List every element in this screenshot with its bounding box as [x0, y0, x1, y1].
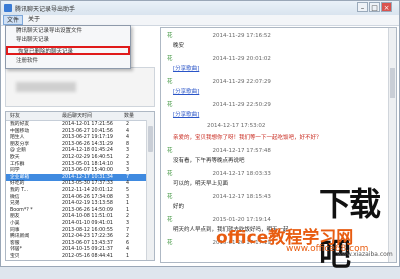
maximize-button[interactable]: □ [369, 2, 380, 12]
col-friend[interactable]: 好友 [10, 112, 20, 120]
app-window: 腾讯聊天记录导出助手 – □ × 文件 关于 好友 最后聊天时间 数量 我的好友… [0, 0, 400, 273]
contact-info-box [5, 67, 155, 107]
close-button[interactable]: × [381, 2, 392, 12]
message-header: 花 2014-12-17 17:57:48 [167, 146, 271, 154]
site-logo: 下载吧 [319, 185, 381, 273]
message-time: 2014-11-29 22:50:29 [212, 102, 271, 108]
app-icon [4, 4, 12, 12]
table-header: 好友 最后聊天时间 数量 [6, 112, 154, 121]
logo-url: www.xiazaiba.com [337, 251, 393, 258]
message-header: 花 2015-01-20 17:19:14 [167, 215, 271, 223]
message-text[interactable]: [分享歌曲] [173, 110, 199, 118]
menu-item-export-settings[interactable]: 腾讯聊天记录导出设置文件 [6, 27, 130, 36]
message-header: 花 2014-11-29 20:01:02 [167, 54, 271, 62]
message-header: 花 2014-11-29 22:07:29 [167, 77, 271, 85]
message-sender: 花 [167, 194, 173, 200]
menu-item-recover-deleted[interactable]: 恢复已删除的聊天记录 [6, 46, 130, 55]
message-time: 2014-12-17 18:03:33 [212, 171, 271, 177]
message-sender: 花 [167, 102, 173, 108]
message-text: 可以的，明天早上见面 [173, 181, 229, 187]
message-time: 2014-12-17 17:57:48 [212, 148, 271, 154]
message-sender: 花 [167, 148, 173, 154]
message-sender: 花 [167, 171, 173, 177]
message-text[interactable]: [分享歌曲] [173, 64, 199, 72]
message-time: 2014-11-29 17:16:52 [212, 33, 271, 39]
message-text: 没有看，下午再等晚点再说吧 [173, 158, 245, 164]
message-text: 亲爱的，宝贝我想你了呀！我们等一下一起吃饭吧，好不好？ [173, 135, 322, 141]
contacts-scrollbar[interactable] [146, 120, 154, 260]
menu-about[interactable]: 关于 [25, 15, 43, 25]
cell-name: 宝贝 [10, 254, 20, 259]
table-row[interactable]: 宝贝 2012-05-16 08:44:41 1 [6, 253, 146, 260]
message-sender: 花 [167, 56, 173, 62]
menu-file[interactable]: 文件 [3, 15, 24, 25]
message-sender: 花 [167, 33, 173, 39]
message-header: 花 2014-12-17 18:15:43 [167, 192, 271, 200]
window-title: 腾讯聊天记录导出助手 [15, 6, 76, 13]
menu-item-export-chat[interactable]: 导出聊天记录 [6, 36, 130, 45]
message-text: 晚安 [173, 43, 185, 49]
message-text: 好的 [173, 204, 185, 210]
minimize-button[interactable]: – [357, 2, 368, 12]
message-header: 花 2014-11-29 22:50:29 [167, 100, 271, 108]
message-sender: 花 [167, 79, 173, 85]
message-sender: 花 [167, 217, 173, 223]
message-time: 2014-11-29 20:01:02 [212, 56, 271, 62]
menu-item-register[interactable]: 注册软件 [6, 57, 130, 66]
message-time: 2014-12-17 18:15:43 [212, 194, 271, 200]
file-menu-dropdown: 腾讯聊天记录导出设置文件 导出聊天记录 恢复已删除的聊天记录 注册软件 [5, 25, 131, 69]
col-last-time[interactable]: 最后聊天时间 [62, 112, 92, 120]
contacts-table: 好友 最后聊天时间 数量 我的好友 2014-12-01 17:21:56 2 中国移… [5, 111, 155, 261]
cell-count: 1 [126, 254, 130, 259]
message-header: 花 2014-11-29 17:16:52 [167, 31, 271, 39]
message-time: 2014-11-29 22:07:29 [212, 79, 271, 85]
message-time: 2014-12-17 17:53:02 [207, 123, 266, 129]
message-header: 花 2014-12-17 18:03:33 [167, 169, 271, 177]
cell-time: 2012-05-16 08:44:41 [62, 254, 113, 259]
message-header: 2014-12-17 17:53:02 [167, 123, 265, 129]
title-bar: 腾讯聊天记录导出助手 – □ × [1, 1, 399, 16]
message-text[interactable]: [分享歌曲] [173, 87, 199, 95]
message-sender: 花 [167, 240, 173, 246]
col-count[interactable]: 数量 [124, 112, 134, 120]
